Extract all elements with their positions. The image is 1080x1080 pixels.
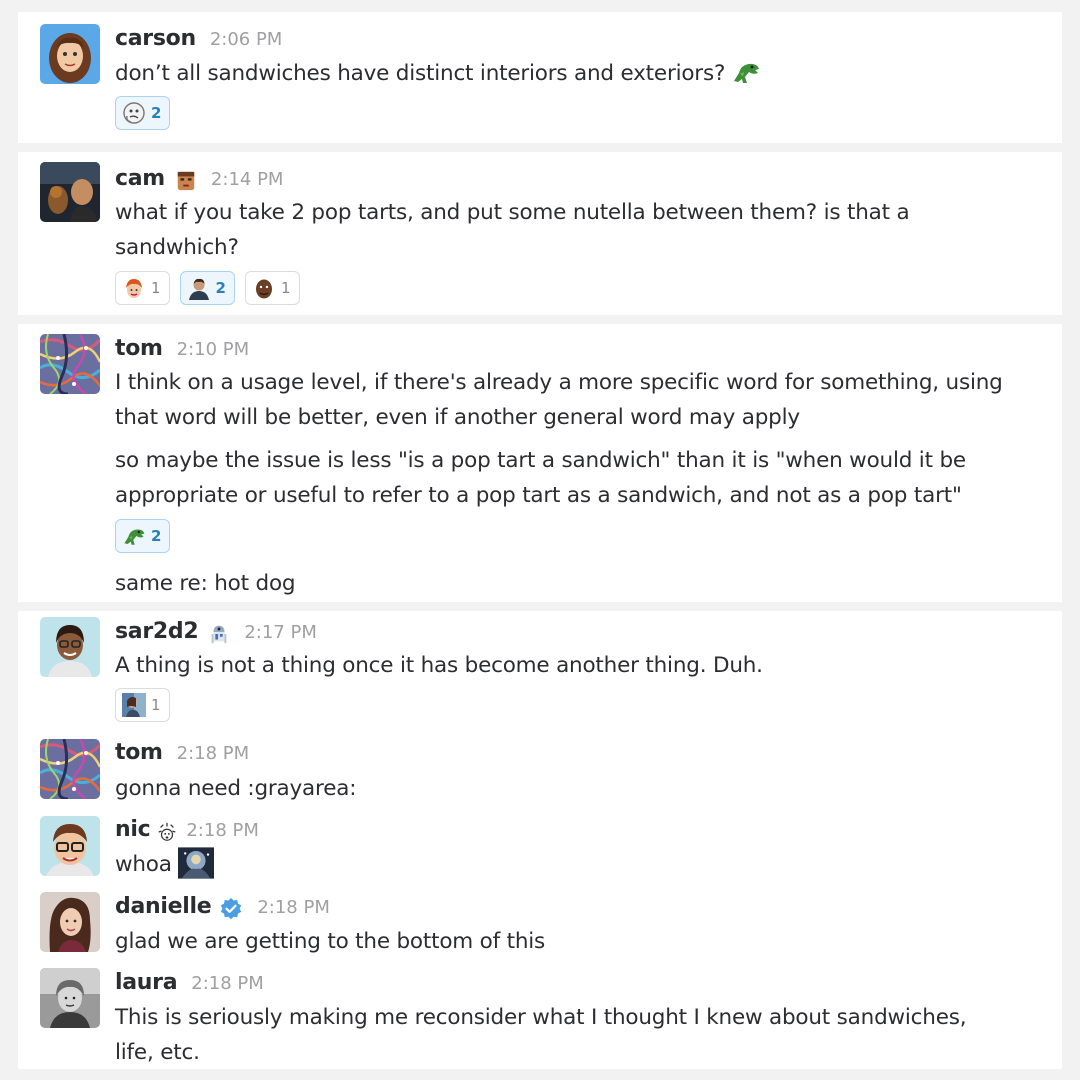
message-line: that word will be better, even if anothe… — [115, 405, 800, 430]
photo-face-icon — [122, 693, 146, 717]
dark-face-icon — [252, 276, 276, 300]
message-line: what if you take 2 pop tarts, and put so… — [115, 200, 910, 225]
message-line: so maybe the issue is less "is a pop tar… — [115, 448, 966, 473]
reaction-dark-face[interactable]: 1 — [244, 271, 300, 305]
message-text: whoa — [115, 847, 1035, 882]
message-line: don’t all sandwiches have distinct inter… — [115, 61, 726, 86]
message-header: sar2d2 2:17 PM — [115, 619, 317, 649]
message-header: tom 2:10 PM — [115, 336, 249, 366]
timestamp[interactable]: 2:18 PM — [186, 820, 259, 841]
message-header: tom 2:18 PM — [115, 740, 249, 770]
message-line: sandwhich? — [115, 235, 239, 260]
dinosaur-icon — [731, 59, 761, 85]
timestamp[interactable]: 2:06 PM — [210, 29, 283, 50]
username[interactable]: laura — [115, 970, 178, 995]
reaction-count: 1 — [280, 279, 291, 297]
avatar-tom[interactable] — [40, 334, 100, 394]
avatar-laura[interactable] — [40, 968, 100, 1028]
message-header: laura 2:18 PM — [115, 970, 264, 1000]
avatar-sar2d2[interactable] — [40, 617, 100, 677]
message-text: A thing is not a thing once it has becom… — [115, 653, 763, 678]
avatar-tom[interactable] — [40, 739, 100, 799]
message-text: glad we are getting to the bottom of thi… — [115, 929, 546, 954]
message-group: sar2d2 2:17 PM A thing is not a thing on… — [18, 611, 1062, 1069]
reaction-photo[interactable]: 1 — [115, 688, 170, 722]
username[interactable]: nic — [115, 817, 151, 842]
avatar-cam[interactable] — [40, 162, 100, 222]
message-line: whoa — [115, 852, 172, 877]
username[interactable]: carson — [115, 26, 196, 51]
message-text: I think on a usage level, if there's alr… — [115, 365, 1035, 435]
mind-blown-icon[interactable] — [156, 821, 178, 843]
avatar-nic[interactable] — [40, 816, 100, 876]
message-header: cam 2:14 PM — [115, 166, 283, 196]
doomguy-face-icon[interactable] — [175, 170, 197, 192]
timestamp[interactable]: 2:18 PM — [257, 897, 330, 918]
reaction-dinosaur[interactable]: 2 — [115, 519, 171, 553]
username[interactable]: tom — [115, 336, 163, 361]
message-text: what if you take 2 pop tarts, and put so… — [115, 195, 1035, 265]
reaction-person[interactable]: 2 — [179, 271, 235, 305]
message-followup-text: so maybe the issue is less "is a pop tar… — [115, 443, 1035, 513]
username[interactable]: cam — [115, 166, 165, 191]
timestamp[interactable]: 2:17 PM — [244, 622, 317, 643]
dinosaur-icon — [122, 524, 146, 548]
message-line: life, etc. — [115, 1040, 200, 1065]
verified-icon[interactable] — [219, 897, 243, 921]
timestamp[interactable]: 2:14 PM — [211, 169, 284, 190]
message-card-cam: cam 2:14 PM what if you take 2 pop tarts… — [18, 152, 1062, 315]
reactions-bar: 1 2 1 — [115, 271, 300, 305]
message-header: nic 2:18 PM — [115, 817, 259, 847]
message-card-tom: tom 2:10 PM I think on a usage level, if… — [18, 324, 1062, 602]
person-face-icon — [187, 276, 211, 300]
message-card-carson: carson 2:06 PM don’t all sandwiches have… — [18, 12, 1062, 143]
avatar-carson[interactable] — [40, 24, 100, 84]
username[interactable]: sar2d2 — [115, 619, 199, 644]
reactions-bar: 1 — [115, 688, 170, 722]
message-header: danielle 2:18 PM — [115, 894, 330, 924]
reaction-count: 2 — [151, 527, 162, 545]
message-line: appropriate or useful to refer to a pop … — [115, 483, 962, 508]
reaction-count: 1 — [151, 279, 161, 297]
message-text: don’t all sandwiches have distinct inter… — [115, 56, 1035, 91]
timestamp[interactable]: 2:10 PM — [177, 339, 250, 360]
red-hair-face-icon — [122, 276, 146, 300]
timestamp[interactable]: 2:18 PM — [177, 743, 250, 764]
username[interactable]: tom — [115, 740, 163, 765]
reaction-count: 1 — [151, 696, 161, 714]
username[interactable]: danielle — [115, 894, 212, 919]
whoa-image-icon — [178, 847, 214, 879]
reaction-count: 2 — [215, 279, 226, 297]
message-header: carson 2:06 PM — [115, 26, 282, 56]
reaction-red-hair[interactable]: 1 — [115, 271, 170, 305]
message-last-line: same re: hot dog — [115, 571, 296, 596]
message-text: gonna need :grayarea: — [115, 776, 357, 801]
r2d2-icon[interactable] — [208, 623, 230, 645]
thinking-face-icon — [122, 101, 146, 125]
message-line: This is seriously making me reconsider w… — [115, 1005, 967, 1030]
avatar-danielle[interactable] — [40, 892, 100, 952]
message-line: I think on a usage level, if there's alr… — [115, 370, 1003, 395]
message-text: This is seriously making me reconsider w… — [115, 1000, 1035, 1070]
reactions-bar: 2 — [115, 96, 171, 130]
timestamp[interactable]: 2:18 PM — [191, 973, 264, 994]
reaction-thinking[interactable]: 2 — [115, 96, 171, 130]
reactions-bar: 2 — [115, 519, 171, 553]
reaction-count: 2 — [151, 104, 162, 122]
